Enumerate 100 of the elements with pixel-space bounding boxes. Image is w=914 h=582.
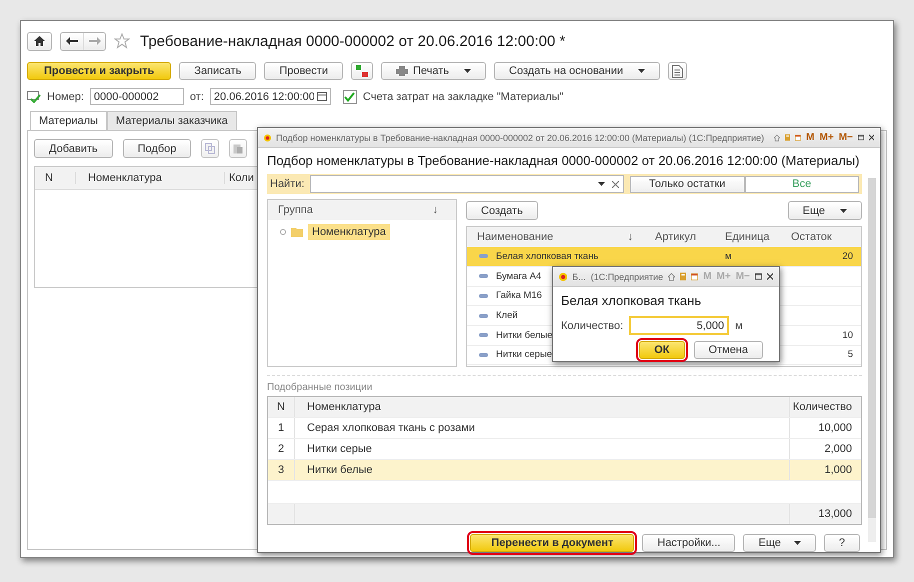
section-label: Подобранные позиции: [267, 375, 862, 393]
sort-mark: ↓: [432, 204, 438, 218]
toolbar-button[interactable]: Записать: [179, 62, 256, 80]
dialog-heading: Подбор номенклатуры в Требование-накладная 0000-000002 от 20.06.2016 12:00:00 (Материалы): [267, 153, 860, 168]
tab[interactable]: Материалы заказчика: [106, 111, 237, 130]
tree-item[interactable]: Номенклатура: [308, 224, 390, 240]
report-button[interactable]: [668, 62, 688, 80]
column-header: Остаток: [790, 231, 833, 244]
caret-icon[interactable]: [598, 182, 605, 186]
calculator-icon[interactable]: [785, 132, 790, 143]
sort-mark: ↓: [628, 231, 633, 244]
quantity-label: Количество:: [561, 320, 624, 332]
caret-icon: [840, 208, 847, 213]
table-cell: 20: [842, 250, 853, 262]
tab[interactable]: Материалы: [30, 111, 107, 130]
create-button[interactable]: Создать: [466, 201, 538, 220]
total-cell: 13,000: [789, 504, 861, 524]
posted-document-icon: [27, 90, 41, 102]
table-cell: Гайка М16: [496, 290, 542, 302]
toolbar-button[interactable]: Создать на основании: [494, 62, 660, 80]
app-logo-icon: [559, 270, 568, 282]
item-icon: [479, 333, 488, 338]
clipboard-icon: [233, 143, 244, 154]
maximize-icon[interactable]: [858, 133, 864, 142]
table-cell-text: 1: [276, 421, 286, 436]
home-icon: [34, 36, 45, 46]
home-button[interactable]: [27, 32, 52, 50]
table-row[interactable]: Белая хлопковая ткань м 20: [467, 247, 861, 267]
table-cell: Нитки белые: [294, 460, 789, 480]
calendar-icon[interactable]: [316, 92, 327, 101]
dialog-heading: Белая хлопковая ткань: [561, 293, 702, 308]
column-header: Артикул: [654, 231, 698, 244]
table-button[interactable]: Добавить: [34, 139, 113, 158]
dialog-button[interactable]: Еще: [743, 534, 816, 552]
unit-label: м: [735, 320, 743, 332]
dialog-button[interactable]: ОК: [639, 341, 685, 359]
table-cell-text: 2: [276, 442, 286, 457]
dialog-button[interactable]: Настройки...: [642, 534, 736, 552]
table-row[interactable]: 1 Серая хлопковая ткань с розами 10,000: [268, 418, 861, 439]
caret-icon: [794, 541, 801, 545]
item-icon: [479, 274, 488, 278]
toolbar-button[interactable]: Печать: [380, 62, 486, 80]
paste-button[interactable]: [229, 139, 248, 158]
clear-icon[interactable]: [612, 180, 619, 188]
dt-kt-button[interactable]: [350, 62, 373, 80]
caret-icon: [638, 69, 646, 73]
caret-icon: [464, 69, 472, 73]
dialog-button[interactable]: Перенести в документ: [470, 534, 634, 552]
table-row[interactable]: 3 Нитки белые 1,000: [268, 460, 861, 481]
star-icon[interactable]: [114, 33, 130, 49]
dt-kt-icon: [354, 64, 369, 78]
maximize-icon[interactable]: [754, 272, 762, 281]
home-icon[interactable]: [668, 272, 676, 282]
table-button[interactable]: Подбор: [122, 139, 192, 158]
memory-button[interactable]: M: [806, 132, 815, 143]
column-header: Номенклатура: [294, 397, 789, 417]
calendar-icon[interactable]: [795, 132, 802, 143]
home-icon[interactable]: [774, 132, 780, 142]
checkbox[interactable]: [342, 90, 357, 104]
document-icon: [672, 64, 684, 78]
scrollbar[interactable]: [868, 178, 876, 542]
post-and-close-button[interactable]: Провести и закрыть: [27, 62, 172, 80]
dialog-button[interactable]: Отмена: [694, 341, 763, 359]
table-cell: 5: [848, 349, 853, 360]
calculator-icon[interactable]: [680, 271, 686, 282]
more-button[interactable]: Еще: [788, 201, 862, 220]
table-cell-text: 3: [276, 463, 286, 478]
app-logo-icon: [264, 132, 272, 144]
search-field[interactable]: [310, 175, 624, 194]
calendar-icon[interactable]: [691, 271, 698, 282]
table-cell: Бумага А4: [496, 270, 542, 282]
toolbar-button[interactable]: Провести: [264, 62, 343, 80]
app-title: (1С:Предприятие: [590, 272, 664, 282]
dialog-button[interactable]: ?: [824, 534, 860, 552]
column-header: Группа: [278, 204, 313, 218]
table-cell: Клей: [496, 310, 518, 322]
table-cell: 1,000: [789, 460, 861, 480]
table-cell: м: [725, 250, 732, 262]
column-header: N: [44, 172, 54, 184]
table-cell: Нитки белые: [496, 330, 553, 341]
column-header: Единица: [724, 231, 771, 244]
filter-toggle[interactable]: Только остатки: [630, 176, 744, 193]
window-title: Б...: [572, 272, 586, 282]
close-icon[interactable]: [868, 133, 874, 142]
left-arrow-icon: [66, 37, 78, 45]
column-header: Наименование: [477, 231, 554, 244]
item-icon: [479, 352, 488, 357]
item-icon: [479, 254, 488, 258]
item-icon: [479, 294, 488, 298]
right-arrow-icon: [88, 37, 100, 45]
column-header: Коли: [224, 172, 254, 184]
table-cell: Белая хлопковая ткань: [496, 250, 598, 262]
column-header: Номенклатура: [75, 172, 224, 184]
close-icon[interactable]: [766, 272, 773, 281]
quantity-field[interactable]: 5,000: [629, 316, 730, 335]
memory-button[interactable]: M+: [820, 132, 834, 143]
memory-button[interactable]: M−: [838, 132, 853, 143]
number-field[interactable]: 0000-000002: [90, 88, 184, 105]
table-cell: 2,000: [789, 439, 861, 459]
table-cell: 10,000: [789, 418, 861, 438]
